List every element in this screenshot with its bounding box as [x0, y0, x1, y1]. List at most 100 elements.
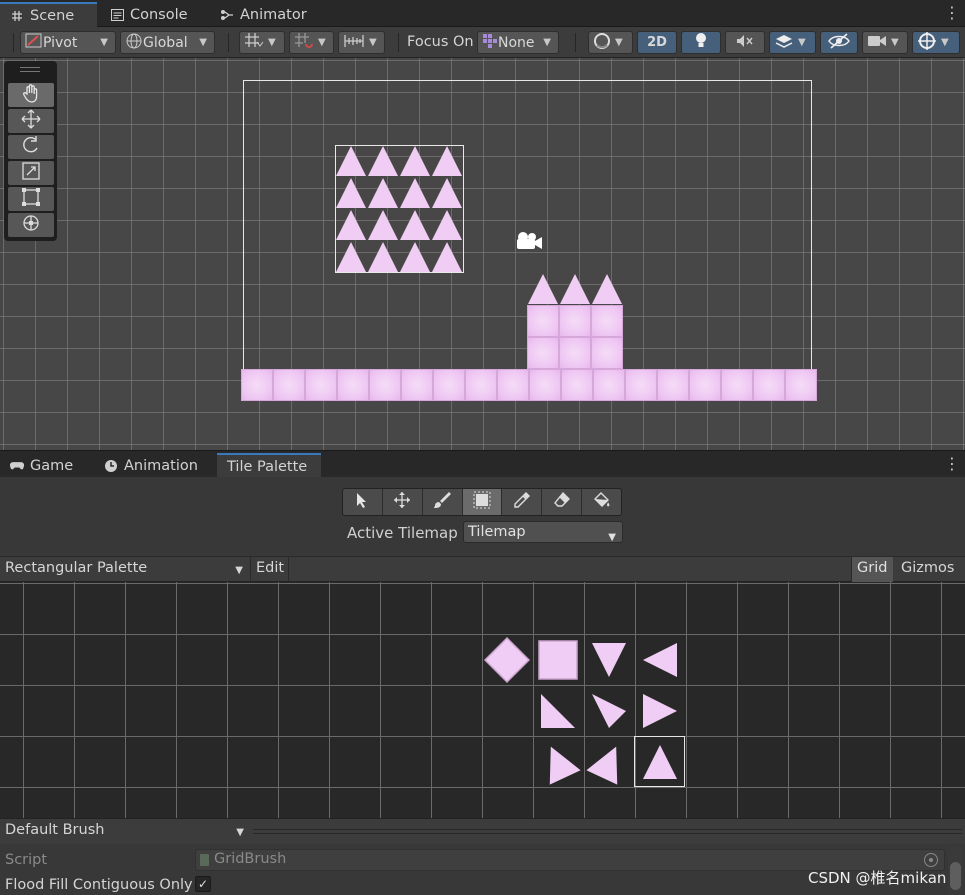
spike-tile	[559, 273, 591, 305]
grid-snapping-button[interactable]: ▼	[239, 31, 285, 54]
palette-tile-left[interactable]	[634, 634, 685, 685]
palette-tile-up[interactable]	[634, 736, 685, 787]
palette-dropdown[interactable]: Rectangular Palette ▼	[0, 557, 251, 582]
chevron-down-icon: ▼	[236, 827, 244, 838]
rect-tool-button[interactable]	[8, 187, 54, 211]
ruler-snap-button[interactable]: ▼	[338, 31, 385, 54]
grid-toggle-button[interactable]: Grid	[851, 557, 893, 582]
palette-tile-down[interactable]	[583, 634, 634, 685]
flood-fill-label: Flood Fill Contiguous Only	[5, 877, 193, 893]
ground-tile	[433, 369, 465, 401]
increment-snap-button[interactable]: ▼	[289, 31, 334, 54]
scrollbar-thumb[interactable]	[950, 862, 961, 890]
palette-tile-upleft[interactable]	[532, 736, 583, 787]
spike-tile	[399, 145, 431, 177]
palette-grid[interactable]	[0, 582, 965, 818]
console-icon	[110, 8, 124, 22]
tab-game[interactable]: Game	[0, 453, 83, 478]
move-tool-button[interactable]	[8, 109, 54, 133]
toolbar-divider	[575, 33, 576, 52]
paint-bucket-icon	[593, 491, 611, 513]
panel-splitter[interactable]	[253, 829, 962, 834]
ground-tile	[273, 369, 305, 401]
select-tool-button[interactable]	[343, 489, 383, 515]
spike-tile	[335, 177, 367, 209]
hand-tool-button[interactable]	[8, 83, 54, 107]
object-picker-icon[interactable]	[924, 853, 938, 867]
tab-animator[interactable]: Animator	[210, 2, 317, 27]
brush-dropdown[interactable]: Default Brush ▼	[0, 819, 251, 844]
camera-settings-dropdown[interactable]: ▼	[862, 31, 908, 54]
tab-animation[interactable]: Animation	[94, 453, 208, 478]
script-file-icon	[200, 854, 209, 866]
palette-tile-downright[interactable]	[583, 685, 634, 736]
brush-icon	[433, 491, 452, 513]
drag-handle-icon[interactable]	[20, 67, 40, 72]
flood-fill-tool-button[interactable]	[582, 489, 621, 515]
tab-label: Console	[130, 6, 188, 23]
move-tool-button[interactable]	[383, 489, 423, 515]
active-tilemap-dropdown[interactable]: Tilemap ▼	[463, 521, 623, 543]
palette-tile-diamond[interactable]	[481, 634, 532, 685]
focus-on-dropdown[interactable]: None ▼	[477, 31, 559, 54]
toolbar-divider	[228, 33, 229, 52]
tab-scene[interactable]: Scene	[0, 2, 97, 27]
tool-overlay	[4, 61, 57, 241]
camera-gizmo-icon[interactable]	[514, 230, 544, 256]
ground-tile	[337, 369, 369, 401]
toolbar-divider	[13, 33, 14, 52]
palette-tile-downleft[interactable]	[532, 685, 583, 736]
global-dropdown[interactable]: Global ▼	[120, 31, 215, 54]
box-fill-tool-button[interactable]	[462, 489, 503, 515]
rotate-tool-button[interactable]	[8, 135, 54, 159]
lighting-toggle-button[interactable]	[681, 31, 721, 54]
active-tilemap-label: Active Tilemap	[347, 524, 458, 542]
script-label: Script	[5, 852, 48, 868]
spike-tile	[431, 177, 463, 209]
transform-tool-button[interactable]	[8, 213, 54, 237]
more-menu-icon[interactable]: ⋮	[944, 456, 960, 472]
spike-tile	[335, 209, 367, 241]
palette-toolbar: Rectangular Palette ▼ Edit Grid Gizmos	[0, 556, 965, 582]
scene-viewport[interactable]	[0, 58, 965, 450]
column-tile	[559, 305, 591, 337]
focus-on-label: Focus On	[407, 34, 474, 50]
brush-toolbar: Default Brush ▼	[0, 818, 965, 844]
effects-dropdown[interactable]: ▼	[769, 31, 816, 54]
pivot-dropdown[interactable]: Pivot ▼	[20, 31, 116, 54]
more-menu-icon[interactable]: ⋮	[944, 5, 960, 21]
chevron-down-icon: ▼	[199, 37, 207, 48]
animator-icon	[220, 8, 234, 22]
globe-icon	[125, 32, 143, 54]
gizmos-toggle-button[interactable]: Gizmos	[893, 557, 965, 582]
chevron-down-icon: ▼	[608, 532, 616, 543]
chevron-down-icon: ▼	[543, 37, 551, 48]
gizmos-dropdown[interactable]: ▼	[912, 31, 960, 54]
muted-speaker-icon	[736, 33, 754, 53]
pivot-icon	[25, 33, 43, 53]
spike-tile	[431, 209, 463, 241]
flood-fill-checkbox[interactable]: ✓	[195, 876, 211, 892]
effects-stack-icon	[774, 33, 794, 53]
scene-tab-bar: Scene Console Animator ⋮	[0, 0, 965, 27]
audio-toggle-button[interactable]	[725, 31, 765, 54]
eraser-tool-button[interactable]	[542, 489, 583, 515]
palette-tile-right[interactable]	[634, 685, 685, 736]
spike-tile	[591, 273, 623, 305]
scene-visibility-button[interactable]	[820, 31, 858, 54]
picker-tool-button[interactable]	[502, 489, 543, 515]
tab-label: Scene	[30, 7, 75, 24]
palette-tile-square[interactable]	[532, 634, 583, 685]
paint-brush-tool-button[interactable]	[423, 489, 463, 515]
column-tile	[527, 337, 559, 369]
edit-palette-button[interactable]: Edit	[251, 557, 289, 582]
draw-mode-dropdown[interactable]: ▼	[588, 31, 633, 54]
chevron-down-icon: ▼	[798, 37, 806, 48]
palette-tile-upright[interactable]	[583, 736, 634, 787]
tab-console[interactable]: Console	[100, 2, 198, 27]
tab-tile-palette[interactable]: Tile Palette	[217, 453, 321, 478]
2d-toggle-button[interactable]: 2D	[637, 31, 677, 54]
ground-tile	[625, 369, 657, 401]
scale-tool-button[interactable]	[8, 161, 54, 185]
tab-label: Animator	[240, 6, 307, 23]
